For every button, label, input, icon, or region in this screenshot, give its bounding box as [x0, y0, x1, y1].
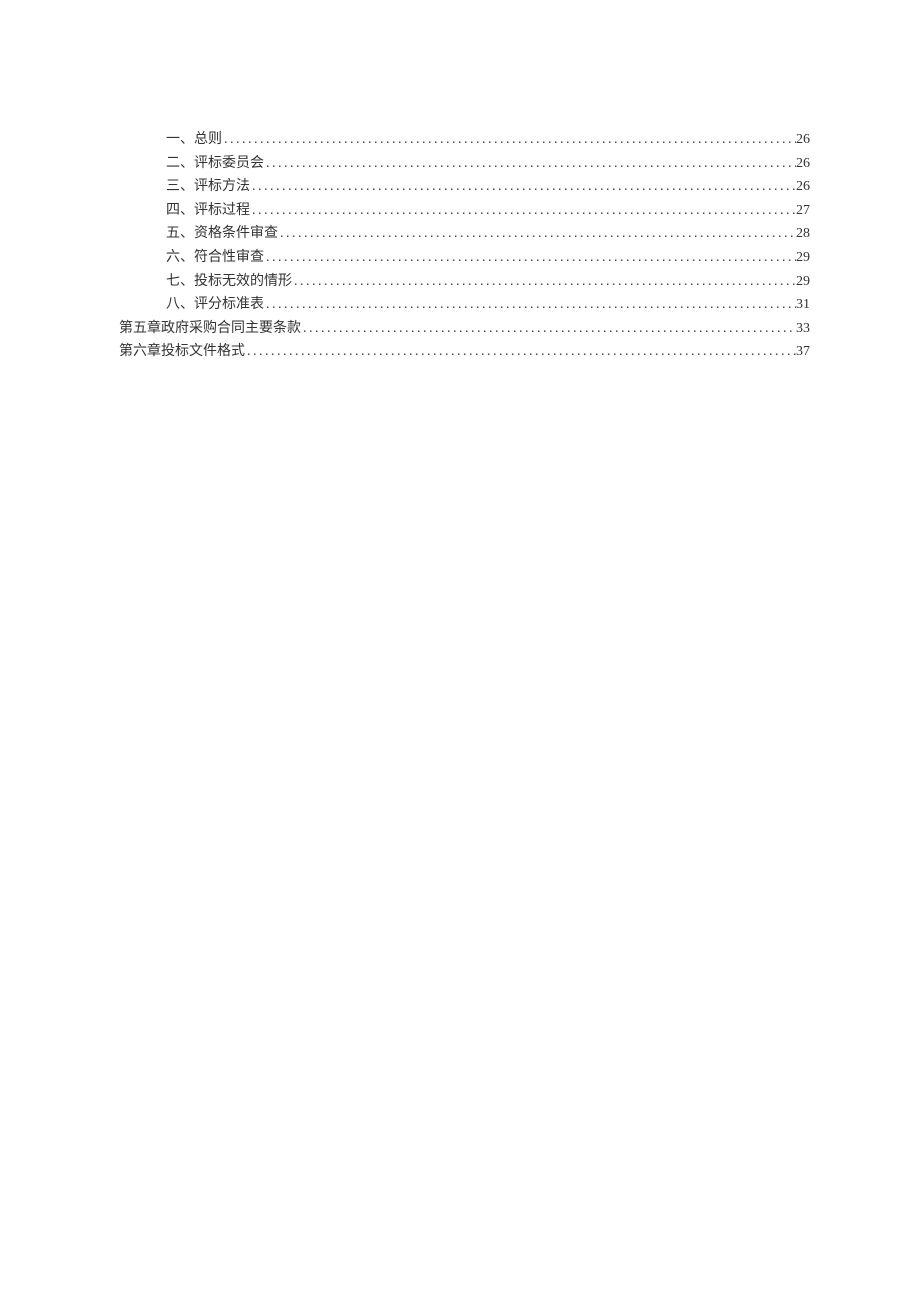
- toc-entry: 八、评分标准表 ................................…: [119, 293, 810, 317]
- toc-entry: 第六章投标文件格式 ..............................…: [119, 340, 810, 364]
- toc-entry-page: 31: [796, 293, 810, 317]
- toc-dot-leader: ........................................…: [250, 199, 796, 223]
- toc-entry-page: 26: [796, 175, 810, 199]
- toc-entry: 二、评标委员会 ................................…: [119, 152, 810, 176]
- toc-entry-page: 26: [796, 128, 810, 152]
- toc-entry: 六、符合性审查 ................................…: [119, 246, 810, 270]
- toc-dot-leader: ........................................…: [278, 222, 796, 246]
- toc-dot-leader: ........................................…: [301, 317, 796, 341]
- toc-entry: 第五章政府采购合同主要条款 ..........................…: [119, 317, 810, 341]
- toc-dot-leader: ........................................…: [264, 293, 796, 317]
- table-of-contents: 一、总则 ...................................…: [119, 128, 810, 364]
- toc-entry: 三、评标方法 .................................…: [119, 175, 810, 199]
- toc-dot-leader: ........................................…: [222, 128, 796, 152]
- toc-entry-page: 26: [796, 152, 810, 176]
- toc-entry-page: 29: [796, 270, 810, 294]
- toc-entry-label: 三、评标方法: [166, 175, 250, 199]
- toc-entry: 四、评标过程 .................................…: [119, 199, 810, 223]
- toc-dot-leader: ........................................…: [292, 270, 796, 294]
- toc-entry: 一、总则 ...................................…: [119, 128, 810, 152]
- toc-entry-label: 第五章政府采购合同主要条款: [119, 317, 301, 341]
- toc-dot-leader: ........................................…: [250, 175, 796, 199]
- toc-entry-label: 八、评分标准表: [166, 293, 264, 317]
- toc-dot-leader: ........................................…: [264, 152, 796, 176]
- toc-entry-page: 37: [796, 340, 810, 364]
- toc-entry-label: 五、资格条件审查: [166, 222, 278, 246]
- toc-entry: 五、资格条件审查 ...............................…: [119, 222, 810, 246]
- toc-entry-label: 七、投标无效的情形: [166, 270, 292, 294]
- toc-entry: 七、投标无效的情形 ..............................…: [119, 270, 810, 294]
- toc-entry-page: 27: [796, 199, 810, 223]
- toc-dot-leader: ........................................…: [245, 340, 796, 364]
- toc-entry-label: 六、符合性审查: [166, 246, 264, 270]
- toc-entry-page: 29: [796, 246, 810, 270]
- toc-entry-page: 33: [796, 317, 810, 341]
- toc-entry-label: 四、评标过程: [166, 199, 250, 223]
- toc-dot-leader: ........................................…: [264, 246, 796, 270]
- toc-entry-label: 二、评标委员会: [166, 152, 264, 176]
- toc-entry-page: 28: [796, 222, 810, 246]
- toc-entry-label: 第六章投标文件格式: [119, 340, 245, 364]
- toc-entry-label: 一、总则: [166, 128, 222, 152]
